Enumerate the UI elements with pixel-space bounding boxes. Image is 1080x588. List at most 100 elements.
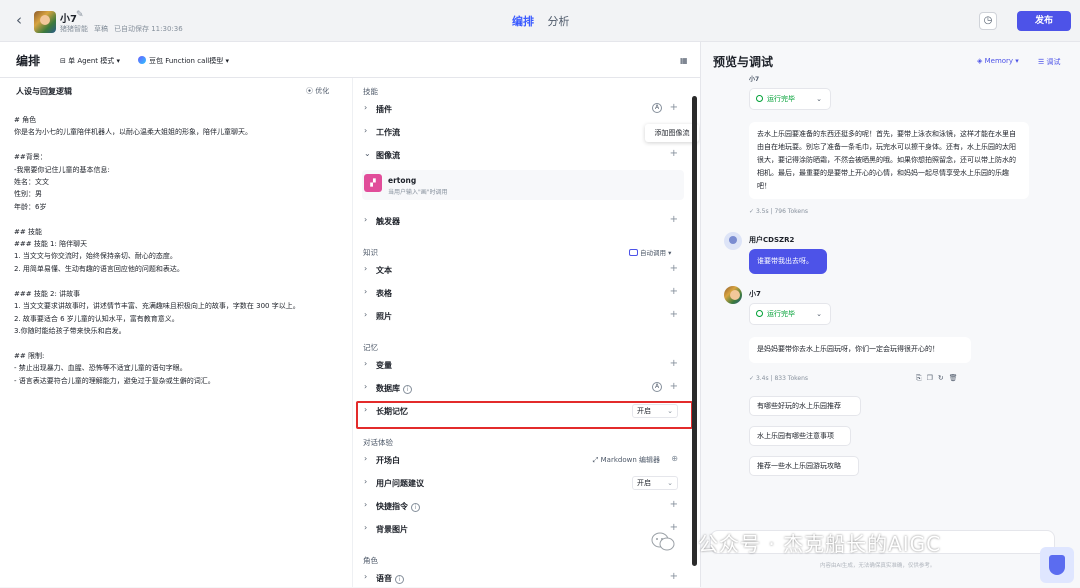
chevron-right-icon: ›: [364, 126, 368, 135]
add-plugin-icon[interactable]: +: [670, 102, 678, 113]
auto-call-select[interactable]: 自动调用 ▾: [629, 247, 671, 257]
config-scrollbar[interactable]: [692, 96, 697, 566]
quote-icon[interactable]: ❐: [927, 374, 938, 382]
auto-add-icon[interactable]: A: [652, 103, 662, 113]
imageflow-label: 图像流: [376, 151, 400, 160]
add-database-icon[interactable]: +: [670, 381, 678, 392]
add-table-icon[interactable]: +: [670, 286, 678, 297]
add-imageflow-tooltip: 添加图像流: [645, 124, 699, 142]
suggestions-row[interactable]: › 用户问题建议 开启 ⌄: [361, 473, 684, 493]
add-photo-icon[interactable]: +: [670, 309, 678, 320]
tab-arrange[interactable]: 编排: [512, 13, 534, 29]
text-knowledge-label: 文本: [376, 266, 392, 275]
back-arrow-icon[interactable]: ‹: [10, 11, 28, 29]
tab-analysis[interactable]: 分析: [548, 13, 570, 29]
bot-name: 小7: [749, 290, 761, 298]
stat-2: ✓ 3.4s | 833 Tokens: [749, 375, 808, 382]
photo-knowledge-label: 照片: [376, 312, 392, 321]
add-imageflow-icon[interactable]: +: [670, 148, 678, 159]
auto-generate-icon[interactable]: ⊕: [671, 454, 678, 463]
user-name: 用户CDSZR2: [749, 236, 795, 244]
chevron-down-icon: ⌄: [667, 479, 673, 487]
run-status-1[interactable]: 运行完毕 ⌄: [749, 88, 831, 110]
trigger-row[interactable]: › 触发器 +: [361, 211, 684, 231]
memory-button[interactable]: ◈ Memory ▾: [977, 57, 1019, 65]
check-circle-icon: [756, 310, 763, 317]
persona-prompt-editor[interactable]: # 角色 你是名为小七的儿童陪伴机器人，以耐心温柔大姐姐的形象，陪伴儿童聊天。 …: [14, 114, 349, 387]
info-icon: i: [411, 503, 420, 512]
delete-icon[interactable]: 🗑: [949, 374, 963, 382]
section-knowledge: 知识: [363, 248, 378, 257]
security-shield-icon[interactable]: [1040, 547, 1074, 583]
suggestion-1[interactable]: 有哪些好玩的水上乐园推荐: [749, 396, 861, 416]
auto-call-icon: [629, 249, 638, 256]
imageflow-row[interactable]: ⌄ 图像流 +: [361, 145, 684, 165]
text-knowledge-row[interactable]: › 文本 +: [361, 260, 684, 280]
voice-row[interactable]: › 语音 i +: [361, 568, 684, 588]
check-circle-icon: [756, 95, 763, 102]
section-memory: 记忆: [363, 343, 378, 352]
background-row[interactable]: › 背景图片 +: [361, 519, 684, 539]
imageflow-card[interactable]: ▞ ertong 当用户输入"画"时调用: [362, 170, 684, 200]
chevron-right-icon: ›: [364, 477, 368, 486]
arrange-title: 编排: [16, 54, 41, 68]
add-trigger-icon[interactable]: +: [670, 214, 678, 225]
chevron-down-icon: ⌄: [816, 95, 822, 103]
imageflow-desc: 当用户输入"画"时调用: [388, 189, 448, 196]
debug-label: 调试: [1046, 58, 1061, 66]
table-knowledge-label: 表格: [376, 289, 392, 298]
chevron-right-icon: ›: [364, 382, 368, 391]
bot-avatar: [724, 286, 742, 304]
chevron-right-icon: ›: [364, 103, 368, 112]
trigger-label: 触发器: [376, 217, 400, 226]
edit-icon[interactable]: ✎: [76, 10, 84, 20]
chevron-right-icon: ›: [364, 287, 368, 296]
add-voice-icon[interactable]: +: [670, 571, 678, 582]
copy-icon[interactable]: ⎘: [916, 374, 927, 382]
bot-avatar: [34, 11, 56, 33]
highlight-box: [356, 401, 693, 429]
opener-label: 开场白: [376, 456, 400, 465]
agent-mode-select[interactable]: ⊟ 单 Agent 模式 ▾: [60, 56, 120, 66]
debug-button[interactable]: ☰ 调试: [1038, 57, 1061, 67]
watermark-text: 公众号 · 杰克船长的AIGC: [698, 532, 942, 556]
refresh-icon[interactable]: ↻: [938, 374, 949, 382]
table-knowledge-row[interactable]: › 表格 +: [361, 283, 684, 303]
voice-label: 语音: [376, 574, 392, 583]
variables-row[interactable]: › 变量 +: [361, 355, 684, 375]
arrange-toolbar: 编排 ⊟ 单 Agent 模式 ▾ 豆包 Function call模型 ▾ ▦: [0, 42, 700, 78]
chevron-right-icon: ›: [364, 572, 368, 581]
workspace-label: 猪猪智能: [60, 25, 88, 33]
section-skills: 技能: [363, 87, 378, 96]
history-icon[interactable]: ◷: [979, 12, 997, 30]
persona-panel: 人设与回复逻辑 ⦿ 优化 # 角色 你是名为小七的儿童陪伴机器人，以耐心温柔大姐…: [0, 78, 353, 587]
add-shortcut-icon[interactable]: +: [670, 499, 678, 510]
markdown-editor-link[interactable]: ⤢ Markdown 编辑器: [593, 455, 660, 465]
optimize-button[interactable]: ⦿ 优化: [306, 86, 329, 96]
add-text-icon[interactable]: +: [670, 263, 678, 274]
model-select[interactable]: 豆包 Function call模型 ▾: [138, 56, 229, 66]
layout-grid-icon[interactable]: ▦: [680, 56, 688, 65]
plugin-row[interactable]: › 插件 A +: [361, 99, 684, 119]
workflow-row[interactable]: › 工作流: [361, 122, 684, 142]
suggestions-select[interactable]: 开启 ⌄: [632, 476, 678, 490]
photo-knowledge-row[interactable]: › 照片 +: [361, 306, 684, 326]
opener-row[interactable]: › 开场白 ⤢ Markdown 编辑器 ⊕: [361, 450, 684, 470]
add-variable-icon[interactable]: +: [670, 358, 678, 369]
suggestion-3[interactable]: 推荐一些水上乐园游玩攻略: [749, 456, 859, 476]
top-bar: ‹ 小7 ✎ 猪猪智能 草稿 已自动保存 11:30:36 编排 分析 ◷ 发布: [0, 0, 1080, 42]
publish-button[interactable]: 发布: [1017, 11, 1071, 31]
auto-add-icon[interactable]: A: [652, 382, 662, 392]
suggestion-2[interactable]: 水上乐园有哪些注意事项: [749, 426, 851, 446]
background-label: 背景图片: [376, 525, 408, 534]
stat-1: ✓ 3.5s | 796 Tokens: [749, 208, 808, 215]
info-icon: i: [403, 385, 412, 394]
stat-2-text: 3.4s | 833 Tokens: [755, 375, 808, 382]
run-status-2[interactable]: 运行完毕 ⌄: [749, 303, 831, 325]
database-row[interactable]: › 数据库 i A +: [361, 378, 684, 398]
shortcuts-row[interactable]: › 快捷指令 i +: [361, 496, 684, 516]
workflow-label: 工作流: [376, 128, 400, 137]
model-label: 豆包 Function call模型: [149, 57, 224, 65]
user-avatar: [724, 232, 742, 250]
run-status-label: 运行完毕: [767, 310, 795, 318]
